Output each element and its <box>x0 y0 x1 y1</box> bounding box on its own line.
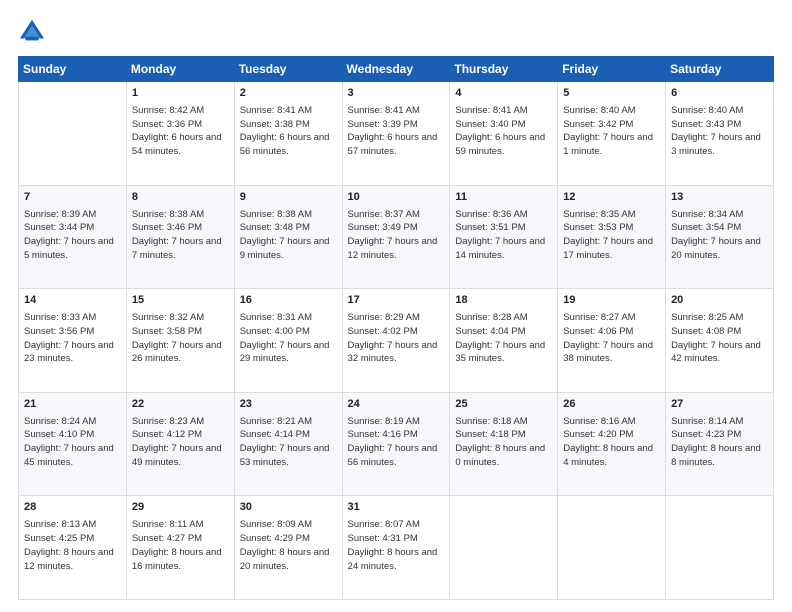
calendar-header-monday: Monday <box>126 57 234 82</box>
day-number: 26 <box>563 397 660 413</box>
day-number: 31 <box>348 500 445 516</box>
logo-icon <box>18 18 46 46</box>
calendar-cell: 23Sunrise: 8:21 AMSunset: 4:14 PMDayligh… <box>234 392 342 496</box>
calendar-cell <box>450 496 558 600</box>
calendar-cell <box>19 82 127 186</box>
calendar-cell: 8Sunrise: 8:38 AMSunset: 3:46 PMDaylight… <box>126 185 234 289</box>
calendar-header-sunday: Sunday <box>19 57 127 82</box>
day-number: 6 <box>671 86 768 102</box>
calendar-cell: 14Sunrise: 8:33 AMSunset: 3:56 PMDayligh… <box>19 289 127 393</box>
calendar-cell: 29Sunrise: 8:11 AMSunset: 4:27 PMDayligh… <box>126 496 234 600</box>
calendar-week-row: 1Sunrise: 8:42 AMSunset: 3:36 PMDaylight… <box>19 82 774 186</box>
day-number: 19 <box>563 293 660 309</box>
calendar-cell: 18Sunrise: 8:28 AMSunset: 4:04 PMDayligh… <box>450 289 558 393</box>
day-number: 23 <box>240 397 337 413</box>
day-number: 21 <box>24 397 121 413</box>
header <box>18 18 774 46</box>
day-number: 2 <box>240 86 337 102</box>
calendar-header-saturday: Saturday <box>666 57 774 82</box>
day-number: 7 <box>24 190 121 206</box>
day-number: 24 <box>348 397 445 413</box>
calendar-cell: 28Sunrise: 8:13 AMSunset: 4:25 PMDayligh… <box>19 496 127 600</box>
day-number: 1 <box>132 86 229 102</box>
calendar-week-row: 28Sunrise: 8:13 AMSunset: 4:25 PMDayligh… <box>19 496 774 600</box>
day-number: 29 <box>132 500 229 516</box>
calendar-cell: 25Sunrise: 8:18 AMSunset: 4:18 PMDayligh… <box>450 392 558 496</box>
day-number: 12 <box>563 190 660 206</box>
calendar-cell: 17Sunrise: 8:29 AMSunset: 4:02 PMDayligh… <box>342 289 450 393</box>
day-number: 8 <box>132 190 229 206</box>
day-number: 11 <box>455 190 552 206</box>
day-number: 5 <box>563 86 660 102</box>
day-number: 13 <box>671 190 768 206</box>
day-number: 22 <box>132 397 229 413</box>
day-number: 28 <box>24 500 121 516</box>
calendar-cell: 20Sunrise: 8:25 AMSunset: 4:08 PMDayligh… <box>666 289 774 393</box>
calendar-cell: 12Sunrise: 8:35 AMSunset: 3:53 PMDayligh… <box>558 185 666 289</box>
day-number: 10 <box>348 190 445 206</box>
calendar-cell: 21Sunrise: 8:24 AMSunset: 4:10 PMDayligh… <box>19 392 127 496</box>
calendar-header-thursday: Thursday <box>450 57 558 82</box>
calendar-cell: 27Sunrise: 8:14 AMSunset: 4:23 PMDayligh… <box>666 392 774 496</box>
calendar-cell: 5Sunrise: 8:40 AMSunset: 3:42 PMDaylight… <box>558 82 666 186</box>
calendar-cell: 26Sunrise: 8:16 AMSunset: 4:20 PMDayligh… <box>558 392 666 496</box>
calendar-header-row: SundayMondayTuesdayWednesdayThursdayFrid… <box>19 57 774 82</box>
calendar-cell: 13Sunrise: 8:34 AMSunset: 3:54 PMDayligh… <box>666 185 774 289</box>
calendar-cell: 3Sunrise: 8:41 AMSunset: 3:39 PMDaylight… <box>342 82 450 186</box>
calendar-cell: 30Sunrise: 8:09 AMSunset: 4:29 PMDayligh… <box>234 496 342 600</box>
page: SundayMondayTuesdayWednesdayThursdayFrid… <box>0 0 792 612</box>
calendar-cell: 22Sunrise: 8:23 AMSunset: 4:12 PMDayligh… <box>126 392 234 496</box>
calendar-cell: 16Sunrise: 8:31 AMSunset: 4:00 PMDayligh… <box>234 289 342 393</box>
calendar-header-friday: Friday <box>558 57 666 82</box>
day-number: 25 <box>455 397 552 413</box>
calendar-header-wednesday: Wednesday <box>342 57 450 82</box>
day-number: 4 <box>455 86 552 102</box>
calendar-cell: 31Sunrise: 8:07 AMSunset: 4:31 PMDayligh… <box>342 496 450 600</box>
logo <box>18 18 50 46</box>
calendar-cell: 2Sunrise: 8:41 AMSunset: 3:38 PMDaylight… <box>234 82 342 186</box>
calendar-cell: 10Sunrise: 8:37 AMSunset: 3:49 PMDayligh… <box>342 185 450 289</box>
day-number: 16 <box>240 293 337 309</box>
day-number: 27 <box>671 397 768 413</box>
calendar-cell: 11Sunrise: 8:36 AMSunset: 3:51 PMDayligh… <box>450 185 558 289</box>
calendar-cell <box>558 496 666 600</box>
day-number: 9 <box>240 190 337 206</box>
calendar-cell: 19Sunrise: 8:27 AMSunset: 4:06 PMDayligh… <box>558 289 666 393</box>
calendar-week-row: 21Sunrise: 8:24 AMSunset: 4:10 PMDayligh… <box>19 392 774 496</box>
day-number: 17 <box>348 293 445 309</box>
calendar-cell: 24Sunrise: 8:19 AMSunset: 4:16 PMDayligh… <box>342 392 450 496</box>
calendar-cell: 1Sunrise: 8:42 AMSunset: 3:36 PMDaylight… <box>126 82 234 186</box>
calendar-week-row: 7Sunrise: 8:39 AMSunset: 3:44 PMDaylight… <box>19 185 774 289</box>
calendar-cell <box>666 496 774 600</box>
calendar-table: SundayMondayTuesdayWednesdayThursdayFrid… <box>18 56 774 600</box>
calendar-cell: 7Sunrise: 8:39 AMSunset: 3:44 PMDaylight… <box>19 185 127 289</box>
calendar-week-row: 14Sunrise: 8:33 AMSunset: 3:56 PMDayligh… <box>19 289 774 393</box>
calendar-cell: 6Sunrise: 8:40 AMSunset: 3:43 PMDaylight… <box>666 82 774 186</box>
calendar-header-tuesday: Tuesday <box>234 57 342 82</box>
calendar-cell: 9Sunrise: 8:38 AMSunset: 3:48 PMDaylight… <box>234 185 342 289</box>
day-number: 14 <box>24 293 121 309</box>
day-number: 3 <box>348 86 445 102</box>
day-number: 30 <box>240 500 337 516</box>
calendar-cell: 4Sunrise: 8:41 AMSunset: 3:40 PMDaylight… <box>450 82 558 186</box>
calendar-cell: 15Sunrise: 8:32 AMSunset: 3:58 PMDayligh… <box>126 289 234 393</box>
day-number: 20 <box>671 293 768 309</box>
day-number: 18 <box>455 293 552 309</box>
day-number: 15 <box>132 293 229 309</box>
